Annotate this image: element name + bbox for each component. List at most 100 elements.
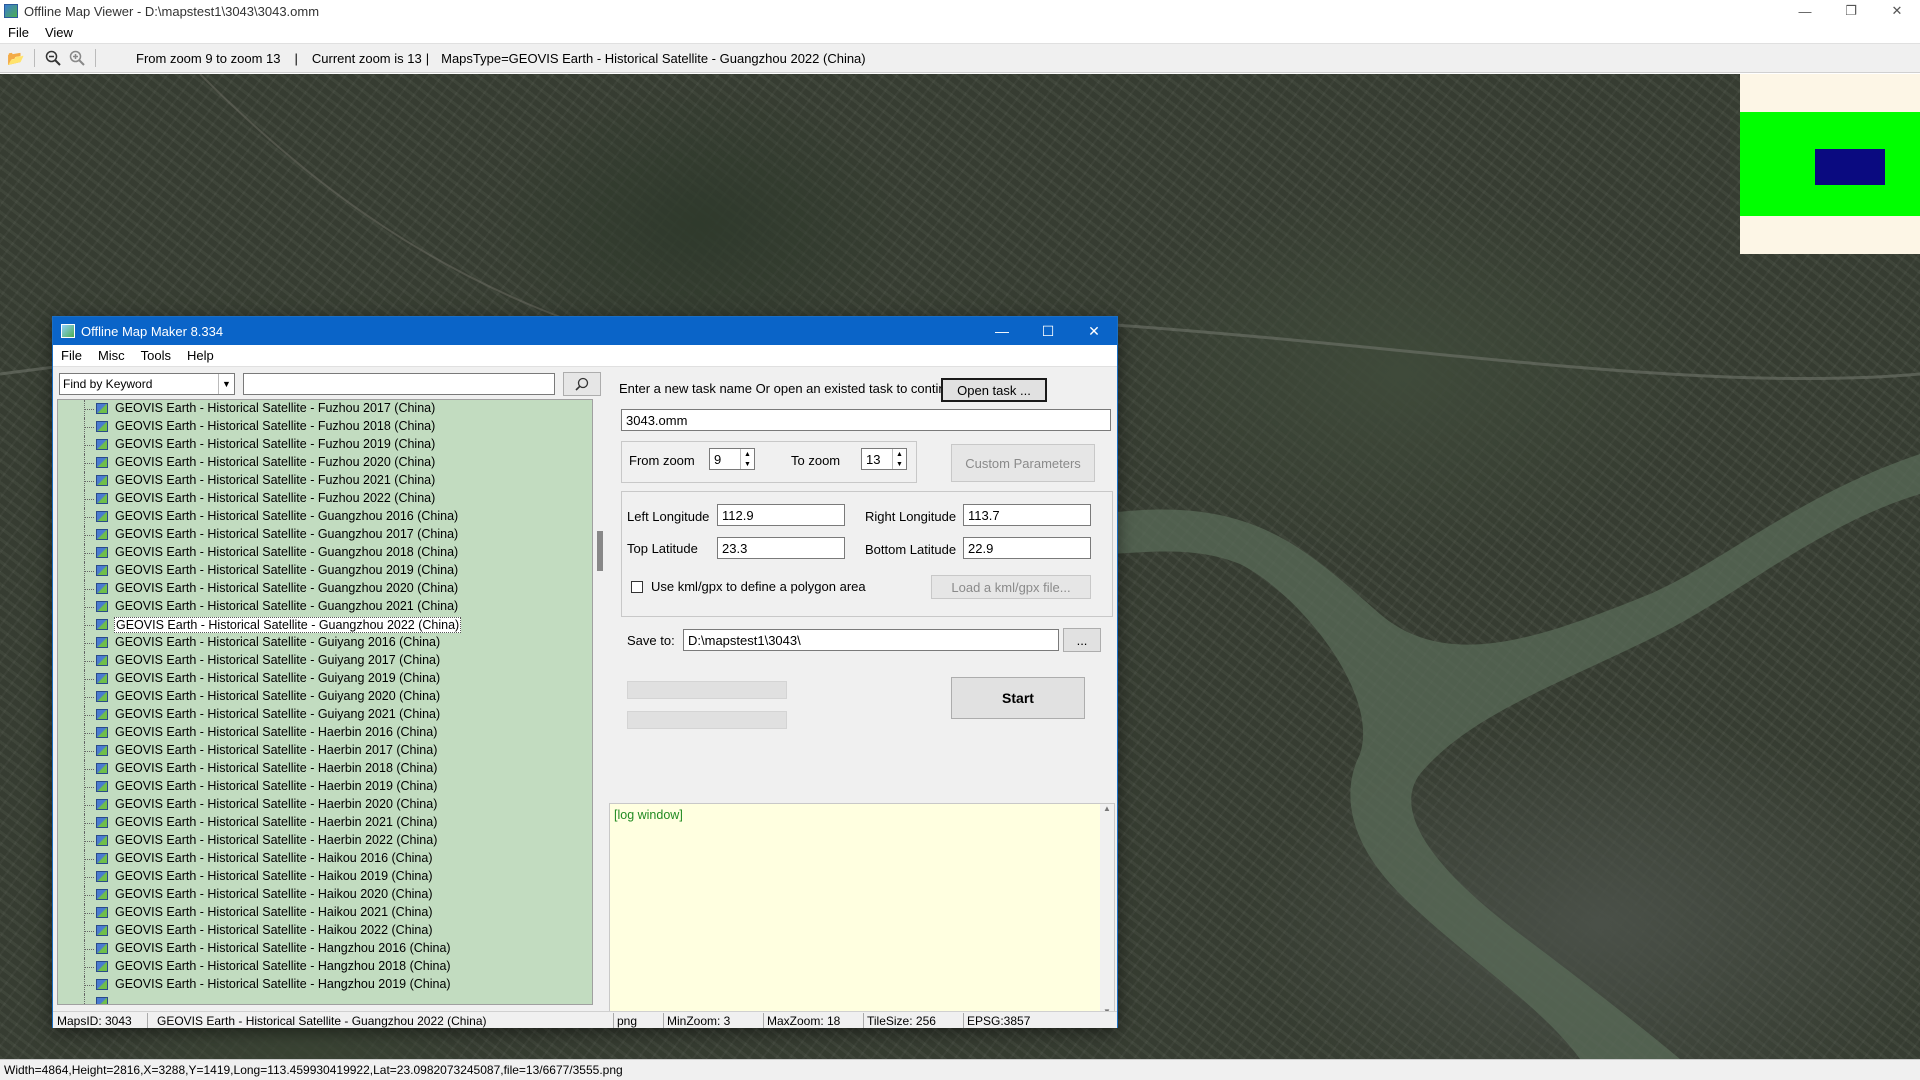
tree-item[interactable]: GEOVIS Earth - Historical Satellite - Ha… [58,832,592,850]
tree-guide-line [84,463,94,464]
tree-item[interactable]: GEOVIS Earth - Historical Satellite - Ha… [58,814,592,832]
tree-item[interactable]: GEOVIS Earth - Historical Satellite - Fu… [58,400,592,418]
left-longitude-field[interactable]: 112.9 [717,504,845,526]
tree-item[interactable]: GEOVIS Earth - Historical Satellite - Fu… [58,436,592,454]
map-maker-dialog: Offline Map Maker 8.334 — ☐ ✕ File Misc … [52,316,1118,1028]
to-zoom-label: To zoom [791,453,841,468]
tree-item[interactable]: GEOVIS Earth - Historical Satellite - Gu… [58,544,592,562]
dialog-titlebar[interactable]: Offline Map Maker 8.334 — ☐ ✕ [53,317,1117,345]
spin-buttons[interactable]: ▲ ▼ [740,449,754,469]
custom-parameters-button[interactable]: Custom Parameters [951,444,1095,482]
tree-item[interactable]: GEOVIS Earth - Historical Satellite - Gu… [58,706,592,724]
from-zoom-stepper[interactable]: 9 ▲ ▼ [709,448,755,470]
start-button[interactable]: Start [951,677,1085,719]
menu-misc[interactable]: Misc [90,348,133,363]
tree-item[interactable]: GEOVIS Earth - Historical Satellite - Gu… [58,508,592,526]
log-scrollbar[interactable]: ▲▼ [1100,804,1114,1016]
menu-file[interactable]: File [0,25,37,40]
tree-item[interactable]: GEOVIS Earth - Historical Satellite - Ha… [58,976,592,994]
spin-down-icon[interactable]: ▼ [741,459,754,469]
scrollbar-thumb[interactable] [597,531,603,571]
tree-item[interactable]: GEOVIS Earth - Historical Satellite - Ha… [58,724,592,742]
status-max-zoom: MaxZoom: 18 [767,1014,841,1028]
browse-button[interactable]: ... [1063,628,1101,652]
tree-item[interactable]: GEOVIS Earth - Historical Satellite - Gu… [58,562,592,580]
tree-guide-line [84,967,94,968]
tree-item[interactable]: GEOVIS Earth - Historical Satellite - Fu… [58,454,592,472]
tree-guide-line [84,589,94,590]
close-icon[interactable]: ✕ [1071,317,1117,345]
map-layer-icon [96,853,108,864]
zoom-out-icon[interactable] [41,46,65,70]
search-button[interactable] [563,372,601,396]
left-longitude-label: Left Longitude [627,509,710,524]
right-longitude-field[interactable]: 113.7 [963,504,1091,526]
tree-item[interactable]: GEOVIS Earth - Historical Satellite - Fu… [58,472,592,490]
chevron-down-icon[interactable]: ▼ [218,374,234,394]
task-name-field[interactable]: 3043.omm [621,409,1111,431]
tree-item[interactable]: GEOVIS Earth - Historical Satellite - Gu… [58,652,592,670]
maps-list-panel: Find by Keyword ▼ GEOVIS Earth - Histori… [57,371,607,1011]
log-window[interactable]: [log window] ▲▼ [609,803,1115,1017]
progress-bar-current [627,711,787,729]
close-icon[interactable]: ✕ [1874,0,1920,22]
overview-minimap[interactable] [1740,74,1920,254]
tree-item[interactable]: GEOVIS Earth - Historical Satellite - Ha… [58,940,592,958]
scroll-up-icon[interactable]: ▲ [1103,804,1111,813]
to-zoom-stepper[interactable]: 13 ▲ ▼ [861,448,907,470]
load-kml-button[interactable]: Load a kml/gpx file... [931,575,1091,599]
tree-item[interactable]: GEOVIS Earth - Historical Satellite - Gu… [58,616,592,634]
maps-tree[interactable]: GEOVIS Earth - Historical Satellite - Fu… [57,399,593,1005]
overview-viewport-box[interactable] [1815,149,1885,185]
tree-item[interactable]: GEOVIS Earth - Historical Satellite - Ha… [58,850,592,868]
tree-scrollbar[interactable] [595,399,605,1005]
tree-item[interactable]: GEOVIS Earth - Historical Satellite - Gu… [58,670,592,688]
zoom-in-icon[interactable] [65,46,89,70]
tree-item[interactable]: GEOVIS Earth - Historical Satellite - Gu… [58,688,592,706]
restore-icon[interactable]: ❐ [1828,0,1874,22]
tree-item[interactable]: GEOVIS Earth - Historical Satellite - Gu… [58,634,592,652]
tree-item[interactable]: GEOVIS Earth - Historical Satellite - Ha… [58,796,592,814]
menu-help[interactable]: Help [179,348,222,363]
tree-item[interactable]: GEOVIS Earth - Historical Satellite - Fu… [58,490,592,508]
minimize-icon[interactable]: — [979,317,1025,345]
spin-up-icon[interactable]: ▲ [893,449,906,459]
top-latitude-field[interactable]: 23.3 [717,537,845,559]
tree-item[interactable]: GEOVIS Earth - Historical Satellite - Ha… [58,904,592,922]
kml-polygon-checkbox[interactable] [631,581,643,593]
spin-up-icon[interactable]: ▲ [741,449,754,459]
tree-item[interactable]: GEOVIS Earth - Historical Satellite - Ha… [58,760,592,778]
tree-item-partial[interactable] [58,994,592,1004]
tree-item-label: GEOVIS Earth - Historical Satellite - Ha… [115,725,438,739]
open-task-button[interactable]: Open task ... [941,378,1047,402]
tree-item[interactable]: GEOVIS Earth - Historical Satellite - Ha… [58,742,592,760]
task-prompt-label: Enter a new task name Or open an existed… [619,381,964,396]
bottom-latitude-field[interactable]: 22.9 [963,537,1091,559]
tree-item[interactable]: GEOVIS Earth - Historical Satellite - Gu… [58,526,592,544]
save-path-field[interactable]: D:\mapstest1\3043\ [683,629,1059,651]
tree-item-label: GEOVIS Earth - Historical Satellite - Ha… [115,959,451,973]
tree-item[interactable]: GEOVIS Earth - Historical Satellite - Gu… [58,580,592,598]
tree-item[interactable]: GEOVIS Earth - Historical Satellite - Ha… [58,922,592,940]
tree-item[interactable]: GEOVIS Earth - Historical Satellite - Fu… [58,418,592,436]
menu-tools[interactable]: Tools [133,348,179,363]
search-mode-select[interactable]: Find by Keyword ▼ [59,373,235,395]
spin-down-icon[interactable]: ▼ [893,459,906,469]
menu-view[interactable]: View [37,25,81,40]
tree-item[interactable]: GEOVIS Earth - Historical Satellite - Gu… [58,598,592,616]
tree-guide-line [84,571,94,572]
status-min-zoom: MinZoom: 3 [667,1014,731,1028]
minimize-icon[interactable]: — [1782,0,1828,22]
spin-buttons[interactable]: ▲ ▼ [892,449,906,469]
keyword-search-input[interactable] [243,373,555,395]
tree-item-label: GEOVIS Earth - Historical Satellite - Ha… [115,923,433,937]
maximize-icon[interactable]: ☐ [1025,317,1071,345]
tree-item[interactable]: GEOVIS Earth - Historical Satellite - Ha… [58,958,592,976]
tree-item[interactable]: GEOVIS Earth - Historical Satellite - Ha… [58,886,592,904]
tree-item-label: GEOVIS Earth - Historical Satellite - Ha… [115,905,433,919]
tree-item[interactable]: GEOVIS Earth - Historical Satellite - Ha… [58,778,592,796]
open-folder-icon[interactable]: 📂 [4,46,28,70]
dialog-window-controls: — ☐ ✕ [979,317,1117,345]
menu-file[interactable]: File [53,348,90,363]
tree-item[interactable]: GEOVIS Earth - Historical Satellite - Ha… [58,868,592,886]
